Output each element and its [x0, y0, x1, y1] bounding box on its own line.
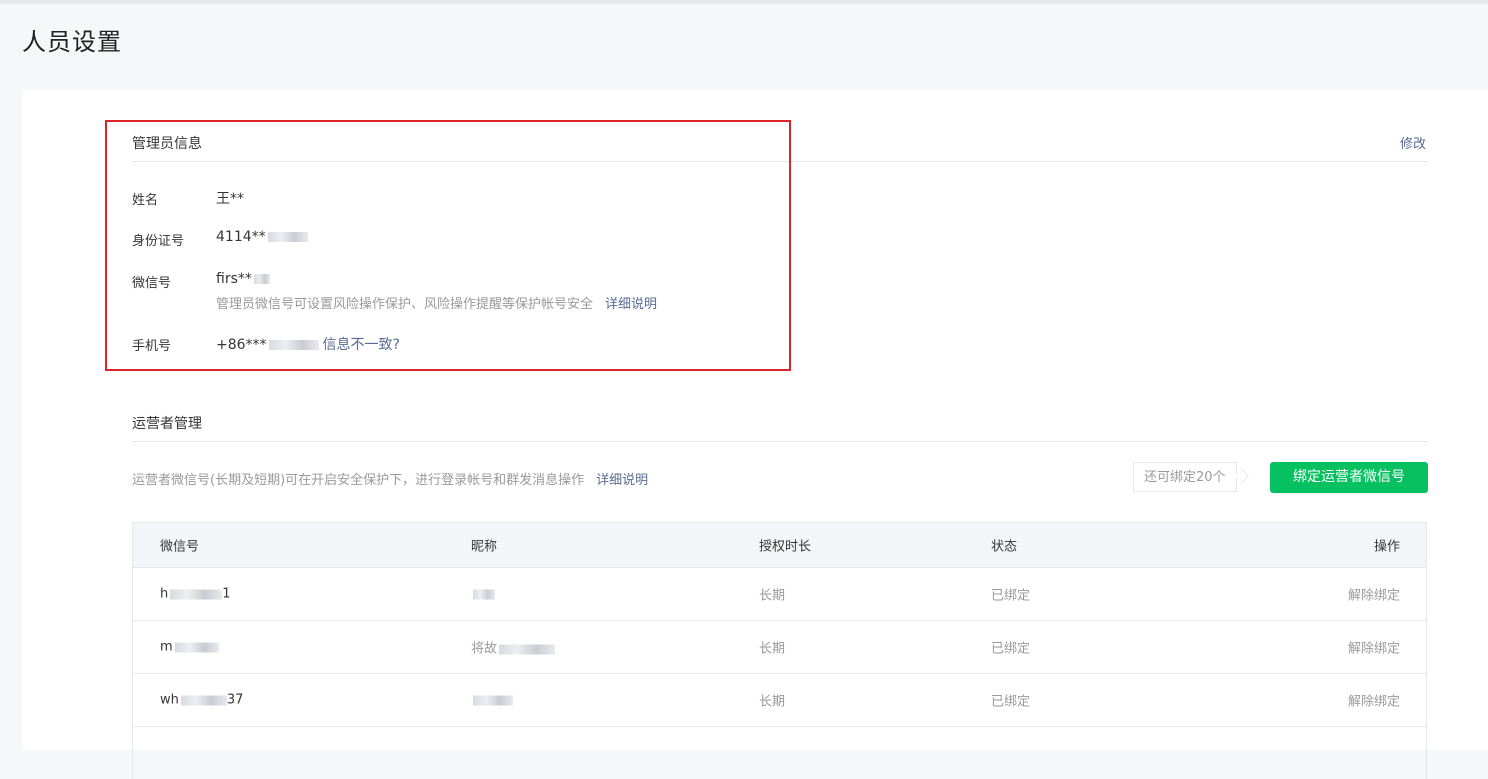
nick-mask	[473, 695, 513, 705]
unbind-link[interactable]: 解除绑定	[1348, 638, 1400, 657]
unbind-link[interactable]: 解除绑定	[1348, 585, 1400, 604]
wechat-mask	[174, 642, 219, 652]
nick-mask	[473, 589, 495, 599]
nick-visible: 将故	[471, 641, 498, 657]
table-row: h1 长期 已绑定 解除绑定	[133, 568, 1426, 621]
row-duration: 长期	[759, 588, 786, 604]
row-wechat: h1	[160, 587, 231, 602]
row-wechat: m	[160, 640, 219, 655]
highlight-box	[105, 120, 791, 371]
operators-section-title: 运营者管理	[132, 416, 202, 432]
row-status: 已绑定	[991, 641, 1031, 657]
edit-admin-link[interactable]: 修改	[1400, 133, 1426, 152]
top-divider	[0, 0, 1488, 4]
page-title: 人员设置	[22, 28, 122, 56]
table-row: wh 37 长期 已绑定 解除绑定	[133, 674, 1426, 727]
operators-divider	[132, 441, 1428, 442]
col-duration: 授权时长	[759, 539, 812, 555]
row-wechat: wh 37	[160, 693, 243, 708]
col-wechat: 微信号	[160, 539, 200, 555]
wechat-visible: m	[160, 639, 173, 655]
row-nickname: 将故	[471, 638, 556, 657]
unbind-link[interactable]: 解除绑定	[1348, 691, 1400, 710]
wechat-tail: 37	[226, 692, 244, 708]
wechat-visible: h	[160, 586, 169, 602]
row-duration: 长期	[759, 641, 786, 657]
wechat-mask	[170, 589, 223, 599]
wechat-visible: wh	[160, 692, 179, 708]
table-row: m 将故 长期 已绑定 解除绑定	[133, 621, 1426, 674]
operators-desc-text: 运营者微信号(长期及短期)可在开启安全保护下，进行登录帐号和群发消息操作	[132, 473, 585, 488]
operators-table: 微信号 昵称 授权时长 状态 操作 h1 长期 已绑定 解除绑定 m 将故 长期…	[132, 522, 1427, 779]
quota-badge: 还可绑定20个	[1133, 462, 1237, 492]
operators-desc: 运营者微信号(长期及短期)可在开启安全保护下，进行登录帐号和群发消息操作 详细说明	[132, 469, 648, 488]
wechat-tail: 1	[222, 586, 231, 602]
col-action: 操作	[1373, 539, 1400, 555]
nick-mask	[499, 644, 556, 654]
row-status: 已绑定	[991, 694, 1031, 710]
row-nickname	[471, 587, 495, 602]
wechat-mask	[180, 695, 227, 705]
col-status: 状态	[991, 539, 1018, 555]
row-status: 已绑定	[991, 588, 1031, 604]
bind-operator-button[interactable]: 绑定运营者微信号	[1270, 462, 1428, 493]
row-duration: 长期	[759, 694, 786, 710]
table-header: 微信号 昵称 授权时长 状态 操作	[133, 523, 1426, 568]
col-nickname: 昵称	[471, 539, 498, 555]
row-nickname	[471, 693, 513, 708]
table-row-partial	[133, 727, 1426, 779]
operators-desc-link[interactable]: 详细说明	[596, 473, 648, 488]
